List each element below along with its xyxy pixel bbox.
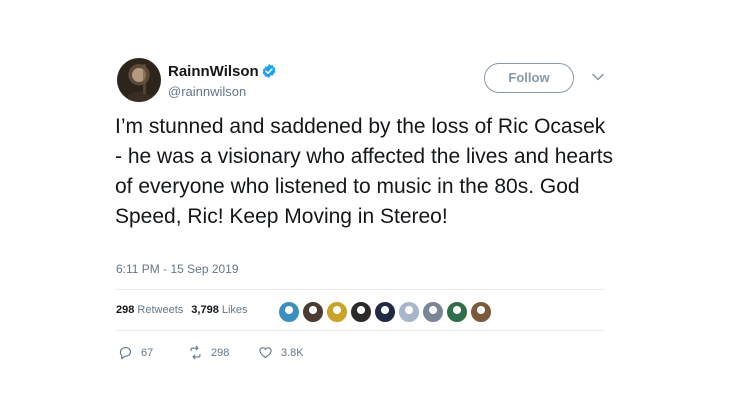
reply-icon	[119, 346, 132, 360]
liker-avatar[interactable]	[350, 301, 372, 323]
retweet-count: 298	[211, 347, 230, 359]
liker-avatar[interactable]	[302, 301, 324, 323]
liker-avatar[interactable]	[422, 301, 444, 323]
retweets-label: Retweets	[137, 304, 184, 316]
liker-avatar[interactable]	[326, 301, 348, 323]
tweet-text: I’m stunned and saddened by the loss of …	[115, 115, 614, 228]
retweet-icon	[190, 345, 201, 360]
retweets-stat[interactable]: 298 Retweets	[116, 304, 183, 316]
liker-avatar[interactable]	[374, 301, 396, 323]
like-count: 3.8K	[281, 347, 304, 359]
display-name[interactable]: RainnWilson	[168, 63, 259, 80]
liker-avatars	[278, 301, 494, 323]
tweet-card: RainnWilson @rainnwilson Follow I’m stun…	[0, 0, 737, 415]
user-handle[interactable]: @rainnwilson	[168, 84, 246, 99]
heart-icon	[259, 347, 272, 359]
divider	[115, 289, 605, 290]
retweet-button[interactable]: 298	[188, 345, 229, 361]
liker-avatar[interactable]	[470, 301, 492, 323]
liker-avatar[interactable]	[278, 301, 300, 323]
liker-avatar[interactable]	[398, 301, 420, 323]
follow-button[interactable]: Follow	[484, 63, 574, 93]
avatar[interactable]	[117, 58, 161, 102]
likes-label: Likes	[221, 304, 248, 316]
verified-badge-icon	[262, 64, 276, 78]
divider	[115, 330, 605, 331]
reply-count: 67	[141, 347, 154, 359]
like-button[interactable]: 3.8K	[258, 345, 304, 361]
retweets-count: 298	[116, 304, 135, 316]
likes-count: 3,798	[191, 304, 219, 316]
liker-avatar[interactable]	[446, 301, 468, 323]
profile-photo-icon	[125, 64, 153, 102]
likes-stat[interactable]: 3,798 Likes	[191, 304, 247, 316]
reply-button[interactable]: 67	[118, 345, 153, 361]
chevron-down-icon[interactable]	[591, 70, 605, 84]
engagement-stats: 298 Retweets 3,798 Likes	[116, 304, 248, 316]
tweet-timestamp[interactable]: 6:11 PM - 15 Sep 2019	[116, 262, 239, 276]
